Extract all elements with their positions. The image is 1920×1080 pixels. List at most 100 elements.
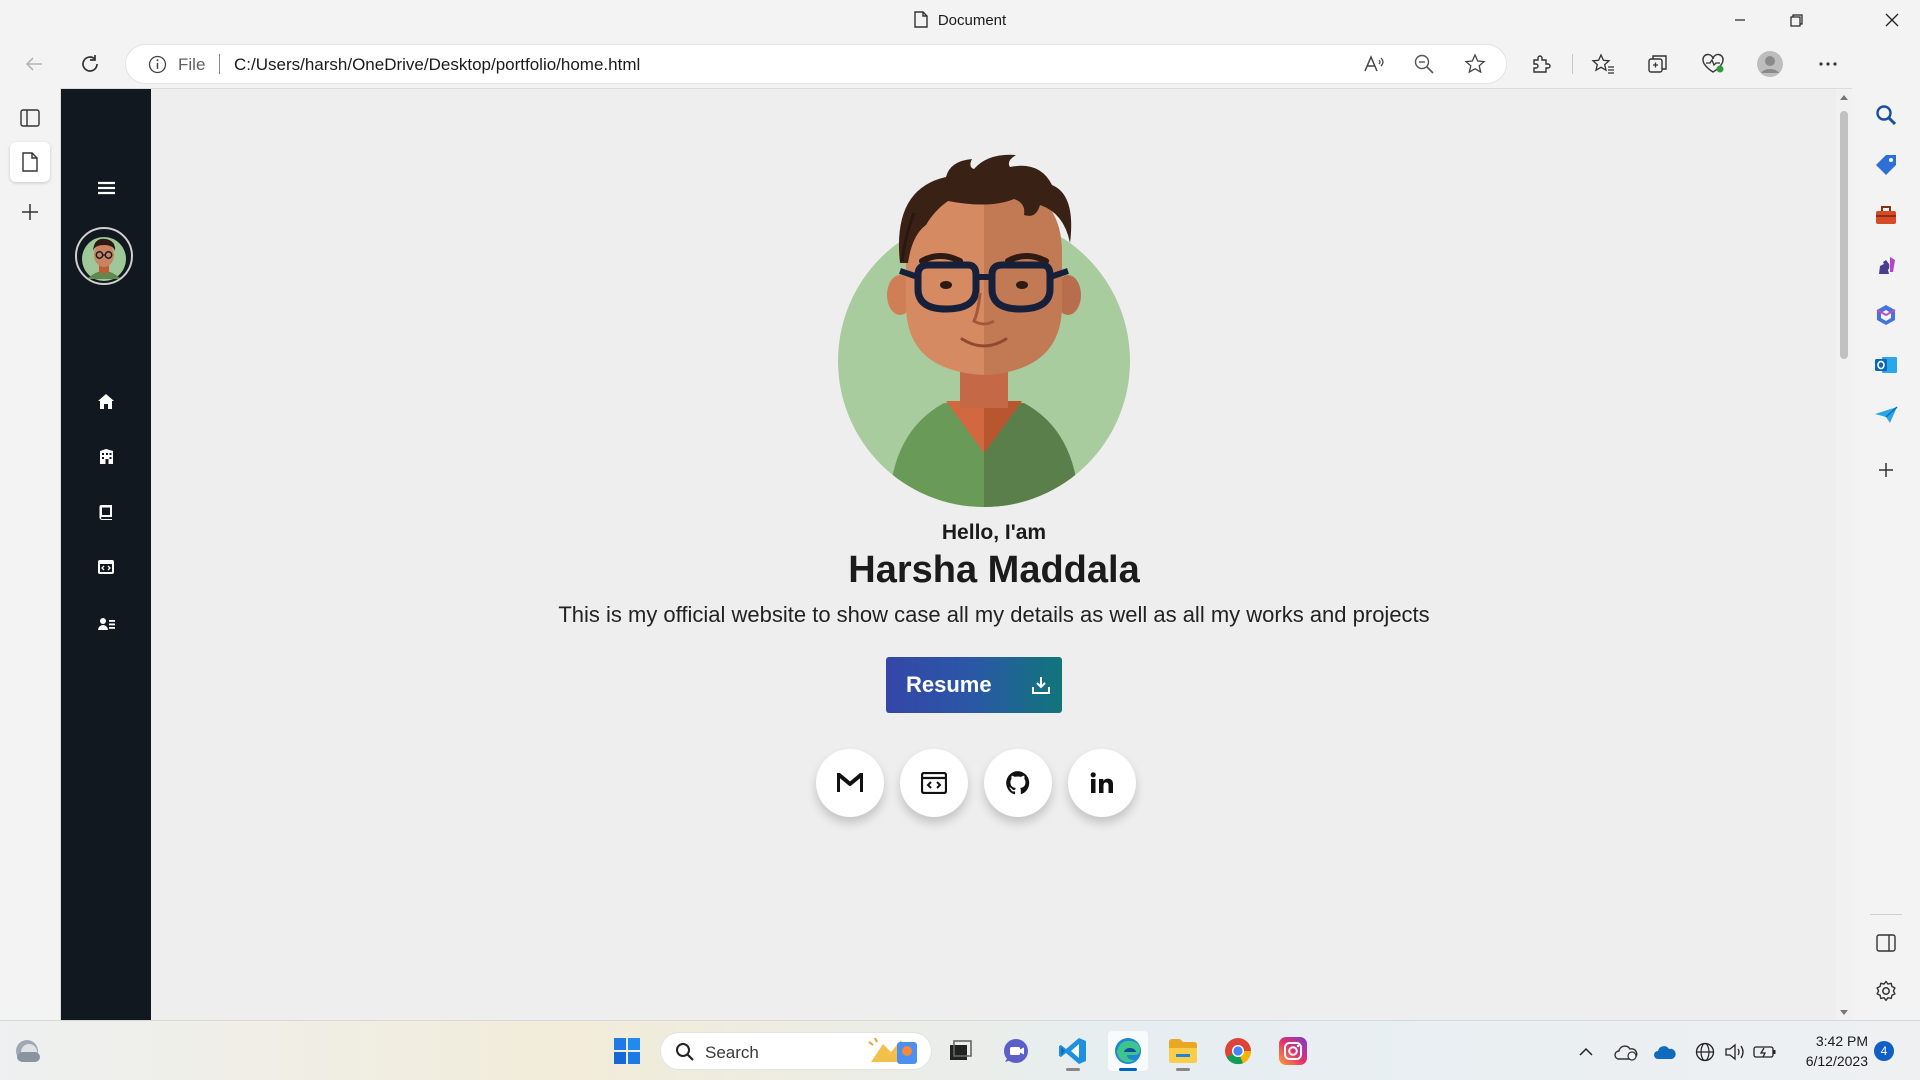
onedrive-icon [1654, 1046, 1676, 1059]
sidebar-office-button[interactable] [1869, 298, 1903, 332]
profile-button[interactable] [1754, 48, 1786, 80]
extensions-button[interactable] [1525, 48, 1557, 80]
browser-toolbar: File C:/Users/harsh/OneDrive/Desktop/por… [0, 40, 1920, 88]
document-icon [22, 152, 38, 172]
home-icon [98, 393, 114, 409]
codepen-link[interactable] [900, 749, 968, 817]
title-bar: Document [0, 0, 1920, 40]
refresh-button[interactable] [74, 48, 106, 80]
sidebar-shopping-button[interactable] [1869, 148, 1903, 182]
browser-essentials-button[interactable] [1697, 48, 1729, 80]
clock-time: 3:42 PM [1815, 1033, 1868, 1049]
plus-icon [22, 204, 38, 220]
menu-toggle[interactable] [61, 173, 151, 203]
microsoft-365-icon [1876, 305, 1896, 325]
scheme-label: File [178, 55, 206, 74]
minimize-button[interactable] [1712, 0, 1768, 40]
url-text[interactable]: C:/Users/harsh/OneDrive/Desktop/portfoli… [234, 55, 640, 75]
settings-and-more-button[interactable] [1812, 48, 1844, 80]
linkedin-link[interactable] [1068, 749, 1136, 817]
sidebar-outlook-button[interactable] [1869, 348, 1903, 382]
github-link[interactable] [984, 749, 1052, 817]
new-tab-button[interactable] [10, 192, 50, 232]
taskbar-instagram[interactable] [1273, 1031, 1313, 1071]
weather-widget[interactable] [8, 1031, 48, 1071]
address-bar[interactable]: File C:/Users/harsh/OneDrive/Desktop/por… [126, 45, 1506, 83]
sidebar-games-button[interactable] [1869, 248, 1903, 282]
tab-document[interactable] [10, 142, 50, 182]
gear-icon [1876, 980, 1896, 1001]
restore-button[interactable] [1768, 0, 1824, 40]
taskbar-search-label: Search [705, 1043, 759, 1062]
shopping-tag-icon [1876, 155, 1896, 175]
scroll-up-arrow-icon[interactable] [1840, 95, 1848, 100]
collections-button[interactable] [1642, 48, 1674, 80]
tray-language[interactable] [1692, 1039, 1718, 1065]
chat-camera-icon [1004, 1039, 1028, 1063]
tab-actions-icon [20, 109, 40, 127]
add-favorite-button[interactable] [1463, 52, 1487, 76]
sidebar-tools-button[interactable] [1869, 198, 1903, 232]
tab-actions-button[interactable] [10, 98, 50, 138]
sidebar-drop-button[interactable] [1869, 398, 1903, 432]
resume-download-button[interactable]: Resume [886, 657, 1062, 713]
profile-avatar-illustration [838, 154, 1130, 507]
search-highlight-icon [868, 1037, 917, 1064]
sidebar-search-button[interactable] [1869, 98, 1903, 132]
battery-charging-icon [1753, 1046, 1776, 1058]
hamburger-menu-icon [97, 181, 115, 195]
task-view-button[interactable] [940, 1031, 980, 1071]
taskbar-search-box[interactable]: Search [660, 1032, 932, 1070]
task-view-icon [950, 1040, 972, 1060]
taskbar-file-explorer[interactable] [1163, 1031, 1203, 1071]
puzzle-icon [1533, 55, 1551, 73]
sidebar-panel-icon [1876, 934, 1896, 952]
notification-badge[interactable]: 4 [1874, 1041, 1894, 1061]
close-button[interactable] [1864, 0, 1920, 40]
hero-section: Hello, I'am Harsha Maddala This is my of… [151, 89, 1837, 1020]
hero-greeting: Hello, I'am [941, 521, 1047, 544]
zoom-out-button[interactable] [1412, 52, 1436, 76]
sidebar-add-button[interactable] [1869, 453, 1903, 487]
page-scrollbar[interactable] [1836, 89, 1852, 1020]
back-button[interactable] [18, 48, 50, 80]
site-sidebar [61, 89, 151, 1020]
nav-contact[interactable] [61, 608, 151, 638]
gmail-link[interactable] [816, 749, 884, 817]
chevron-up-icon [1579, 1047, 1593, 1056]
nav-home[interactable] [61, 386, 151, 416]
vertical-tab-strip [0, 88, 60, 1020]
taskbar-clock[interactable]: 3:42 PM 6/12/2023 [1784, 1031, 1868, 1071]
sidebar-avatar[interactable] [75, 227, 133, 285]
taskbar-chat-app[interactable] [997, 1031, 1037, 1071]
taskbar-chrome[interactable] [1218, 1031, 1258, 1071]
taskbar-vscode[interactable] [1053, 1031, 1093, 1071]
hide-sidebar-button[interactable] [1869, 926, 1903, 960]
scroll-down-arrow-icon[interactable] [1840, 1010, 1848, 1015]
zoom-out-icon [1414, 54, 1434, 74]
tray-onedrive[interactable] [1652, 1039, 1678, 1065]
outlook-icon [1875, 357, 1897, 373]
show-hidden-icons-button[interactable] [1573, 1039, 1599, 1065]
code-window-icon [921, 772, 947, 794]
send-plane-icon [1875, 406, 1898, 423]
favorites-button[interactable] [1587, 48, 1619, 80]
heart-pulse-icon [1702, 53, 1724, 73]
vscode-icon [1059, 1038, 1086, 1064]
sidebar-separator [1870, 914, 1902, 915]
tray-volume[interactable] [1722, 1039, 1748, 1065]
taskbar-edge[interactable] [1108, 1031, 1148, 1071]
chrome-icon [1225, 1038, 1252, 1065]
tray-onedrive-sync[interactable] [1613, 1039, 1639, 1065]
scrollbar-thumb[interactable] [1840, 111, 1848, 359]
start-button[interactable] [607, 1031, 647, 1071]
info-icon[interactable] [148, 55, 167, 74]
nav-projects[interactable] [61, 552, 151, 582]
close-icon [1885, 13, 1899, 27]
active-indicator [1119, 1068, 1137, 1071]
read-aloud-button[interactable] [1362, 52, 1386, 76]
nav-experience[interactable] [61, 441, 151, 471]
tray-battery[interactable] [1752, 1039, 1778, 1065]
nav-education[interactable] [61, 497, 151, 527]
sidebar-settings-button[interactable] [1869, 974, 1903, 1008]
